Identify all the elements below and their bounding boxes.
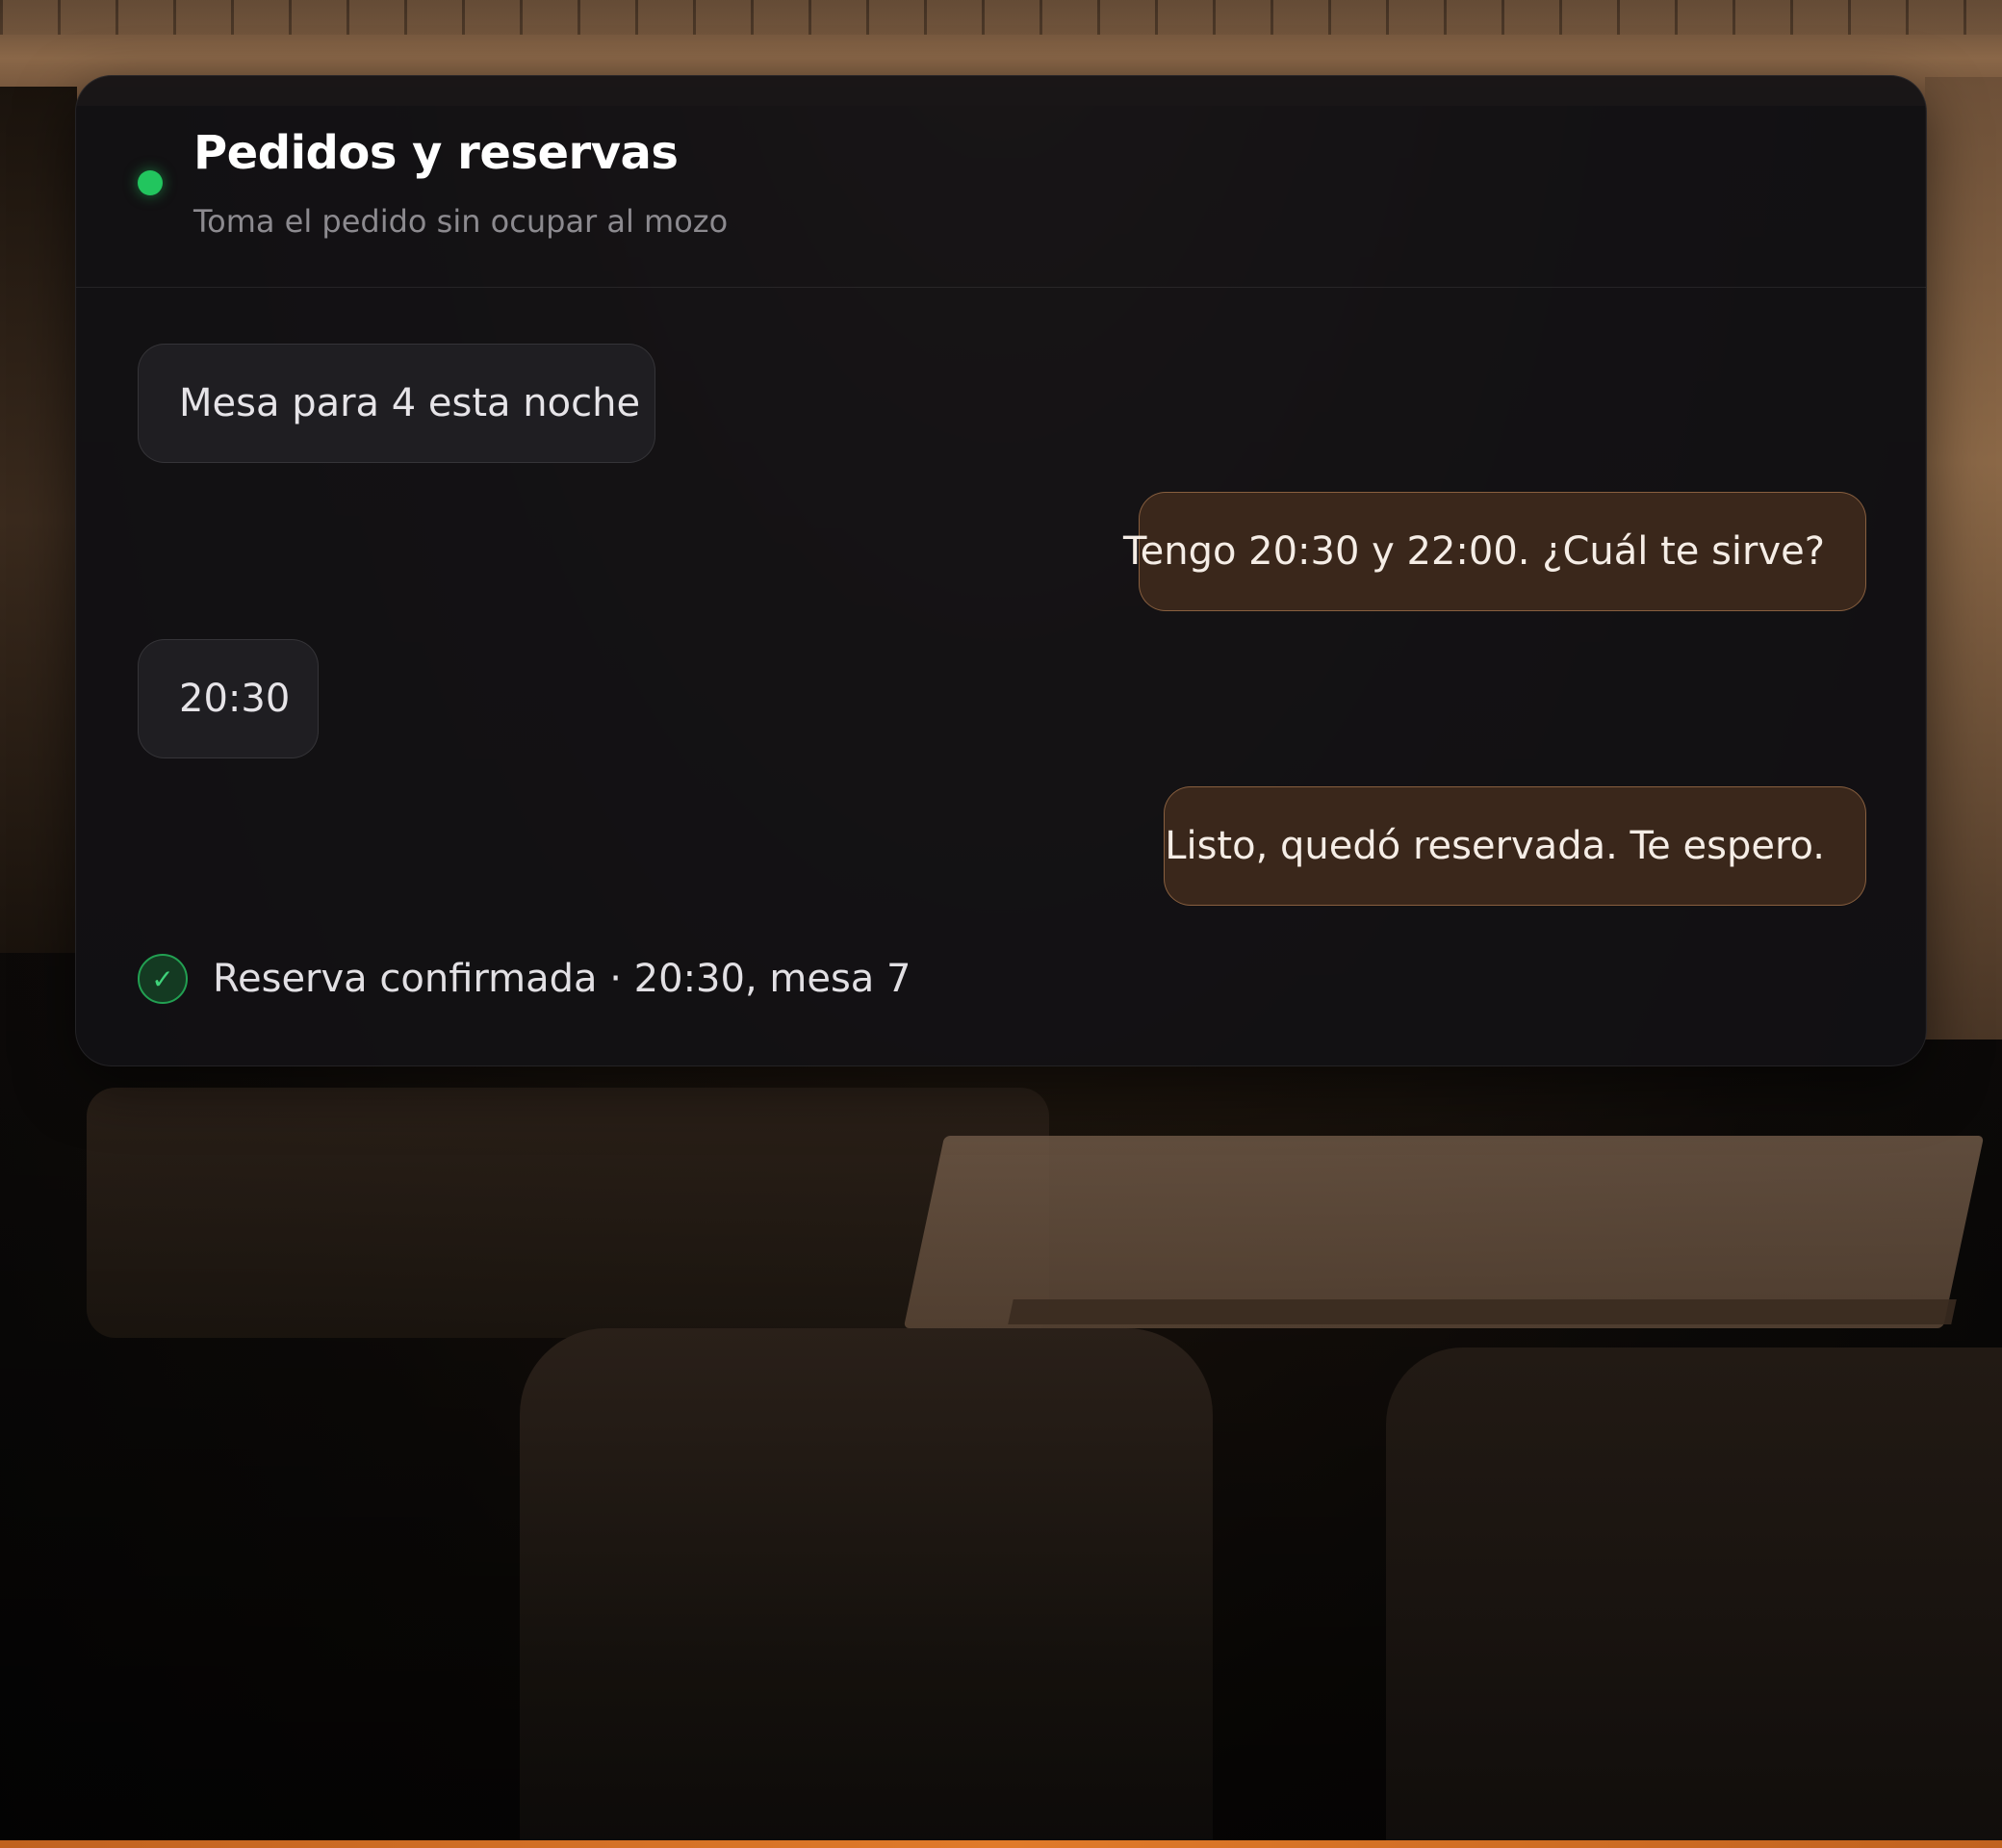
background-ceiling-lights	[0, 0, 2002, 35]
message-assistant: Listo, quedó reservada. Te espero.	[1164, 786, 1866, 906]
background-window-right	[1925, 77, 2002, 1040]
message-customer: 20:30	[138, 639, 319, 758]
check-circle-icon: ✓	[138, 954, 188, 1004]
background-table-edge	[1008, 1299, 1957, 1324]
background-window-left	[0, 87, 77, 953]
online-status-dot	[138, 170, 163, 195]
background-booth	[87, 1088, 1049, 1338]
confirmation-text: Reserva confirmada · 20:30, mesa 7	[213, 957, 911, 1001]
chat-title: Pedidos y reservas	[193, 126, 679, 180]
reservation-confirmation: ✓ Reserva confirmada · 20:30, mesa 7	[138, 952, 911, 1006]
chat-card: Pedidos y reservas Toma el pedido sin oc…	[75, 75, 1927, 1066]
message-text: Tengo 20:30 y 22:00. ¿Cuál te sirve?	[1122, 529, 1825, 574]
background-chair	[520, 1328, 1213, 1848]
message-customer: Mesa para 4 esta noche	[138, 344, 655, 463]
message-text: Listo, quedó reservada. Te espero.	[1165, 824, 1825, 868]
message-assistant: Tengo 20:30 y 22:00. ¿Cuál te sirve?	[1123, 492, 1866, 611]
message-text: Mesa para 4 esta noche	[179, 381, 641, 425]
chat-subtitle: Toma el pedido sin ocupar al mozo	[193, 203, 729, 240]
bottom-accent-bar	[0, 1840, 2002, 1848]
background-chair-right	[1386, 1348, 2002, 1848]
chat-header: Pedidos y reservas Toma el pedido sin oc…	[76, 76, 1926, 288]
message-text: 20:30	[179, 677, 291, 721]
